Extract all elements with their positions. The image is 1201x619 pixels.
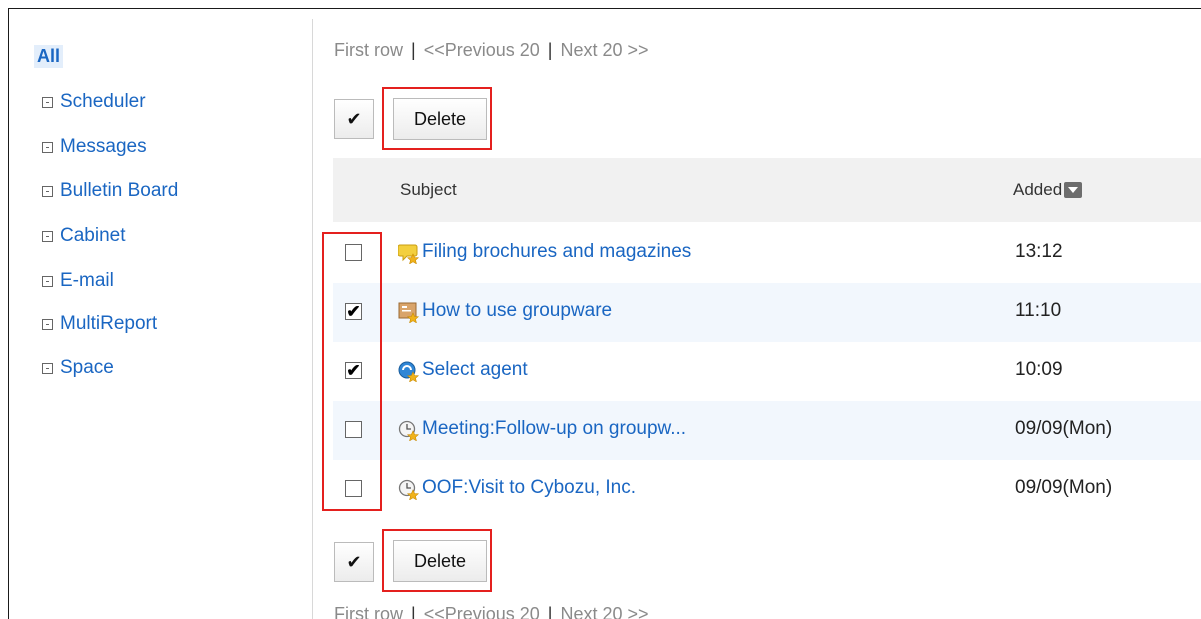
collapse-icon <box>42 141 53 153</box>
sidebar-item-all[interactable]: All <box>34 45 64 68</box>
pager-separator: | <box>411 604 416 619</box>
sidebar-item-label: Bulletin Board <box>60 180 179 201</box>
column-header-subject: Subject <box>400 180 457 199</box>
sidebar-item-scheduler[interactable]: Scheduler <box>42 91 146 113</box>
scheduler-icon <box>398 420 420 441</box>
pager-top: First row | <<Previous 20 | Next 20 >> <box>334 40 649 61</box>
scheduler-icon <box>398 479 420 500</box>
sidebar-divider <box>312 19 313 619</box>
table-row: Filing brochures and magazines 13:12 <box>333 224 1201 283</box>
row-added-time: 09/09(Mon) <box>1015 477 1113 498</box>
collapse-icon <box>42 230 53 242</box>
sidebar-item-label: Space <box>60 357 114 378</box>
row-added-time: 13:12 <box>1015 241 1063 262</box>
table-row: Meeting:Follow-up on groupw... 09/09(Mon… <box>333 401 1201 460</box>
row-subject-link[interactable]: OOF:Visit to Cybozu, Inc. <box>422 477 636 499</box>
table-row: ✔ Select agent 10:09 <box>333 342 1201 401</box>
row-subject-link[interactable]: Filing brochures and magazines <box>422 241 691 263</box>
sidebar-item-label: Cabinet <box>60 225 126 246</box>
sidebar-item-label: E-mail <box>60 270 114 291</box>
collapse-icon <box>42 275 53 287</box>
workflow-icon <box>398 361 420 382</box>
row-added-time: 09/09(Mon) <box>1015 418 1113 439</box>
pager-separator: | <box>411 40 416 60</box>
sidebar-item-bulletin-board[interactable]: Bulletin Board <box>42 180 178 202</box>
first-row-link[interactable]: First row <box>334 40 403 60</box>
collapse-icon <box>42 318 53 330</box>
sidebar-item-label: Messages <box>60 136 147 157</box>
app-frame: All Scheduler Messages Bulletin Board Ca… <box>8 8 1201 619</box>
previous-link[interactable]: <<Previous 20 <box>424 40 540 60</box>
first-row-link[interactable]: First row <box>334 604 403 619</box>
previous-link[interactable]: <<Previous 20 <box>424 604 540 619</box>
next-link[interactable]: Next 20 >> <box>560 40 648 60</box>
sidebar-item-space[interactable]: Space <box>42 357 114 379</box>
collapse-icon <box>42 185 53 197</box>
row-subject-link[interactable]: Select agent <box>422 359 528 381</box>
table-row: OOF:Visit to Cybozu, Inc. 09/09(Mon) <box>333 460 1201 519</box>
check-all-button-bottom[interactable]: ✔ <box>334 542 374 582</box>
sort-desc-icon[interactable] <box>1064 182 1083 198</box>
check-all-button[interactable]: ✔ <box>334 99 374 139</box>
delete-button-bottom[interactable]: Delete <box>393 540 487 582</box>
delete-button-top[interactable]: Delete <box>393 98 487 140</box>
pager-separator: | <box>547 604 553 619</box>
message-icon <box>398 244 420 264</box>
pager-bottom: First row | <<Previous 20 | Next 20 >> <box>334 604 649 619</box>
row-subject-link[interactable]: How to use groupware <box>422 300 612 322</box>
sidebar-item-messages[interactable]: Messages <box>42 136 147 158</box>
pager-separator: | <box>547 40 553 60</box>
sidebar-item-cabinet[interactable]: Cabinet <box>42 225 126 247</box>
row-subject-link[interactable]: Meeting:Follow-up on groupw... <box>422 418 686 440</box>
collapse-icon <box>42 362 53 374</box>
sidebar: All Scheduler Messages Bulletin Board Ca… <box>9 9 311 619</box>
sidebar-item-email[interactable]: E-mail <box>42 270 114 292</box>
sidebar-item-multireport[interactable]: MultiReport <box>42 313 157 335</box>
sidebar-item-label: Scheduler <box>60 91 146 112</box>
bulletin-board-icon <box>398 302 420 323</box>
collapse-icon <box>42 96 53 108</box>
table-header: Subject Added <box>333 158 1201 222</box>
next-link[interactable]: Next 20 >> <box>560 604 648 619</box>
row-added-time: 10:09 <box>1015 359 1063 380</box>
row-added-time: 11:10 <box>1015 300 1062 321</box>
sidebar-item-label: MultiReport <box>60 313 158 334</box>
column-header-added-label: Added <box>1013 180 1063 199</box>
column-header-added[interactable]: Added <box>1013 180 1083 200</box>
table-row: ✔ How to use groupware 11:10 <box>333 283 1201 342</box>
highlight-box-checkboxes <box>322 232 382 511</box>
